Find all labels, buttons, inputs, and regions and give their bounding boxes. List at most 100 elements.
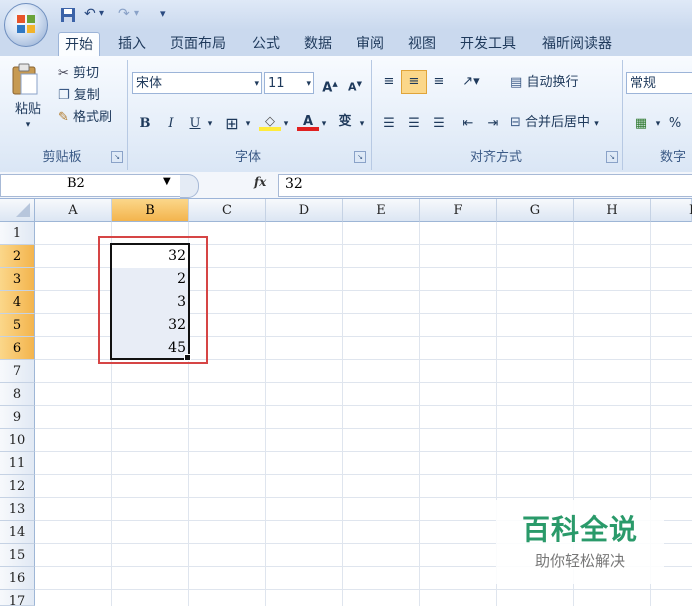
annotation-highlight-box	[98, 236, 208, 364]
customize-qat-icon[interactable]: ▾	[160, 5, 166, 23]
tab-data[interactable]: 数据	[298, 32, 338, 56]
formula-bar-resize-handle[interactable]	[180, 174, 199, 198]
merge-dropdown-icon[interactable]: ▾	[594, 119, 599, 129]
column-header-i[interactable]: I	[651, 199, 692, 222]
phonetic-dropdown-icon[interactable]: ▾	[356, 112, 368, 136]
redo-dropdown-icon[interactable]: ▾	[134, 5, 139, 23]
font-group-label: 字体	[234, 150, 261, 165]
row-header-15[interactable]: 15	[0, 544, 35, 567]
align-center-icon[interactable]: ☰	[401, 112, 427, 136]
increase-indent-icon[interactable]: ⇥	[480, 112, 506, 136]
wrap-text-button[interactable]: ▤ 自动换行	[510, 73, 578, 93]
border-dropdown-icon[interactable]: ▾	[242, 112, 254, 136]
watermark: 百科全说 助你轻松解决	[496, 500, 664, 584]
align-bottom-icon[interactable]: ≡	[426, 70, 452, 94]
row-header-7[interactable]: 7	[0, 360, 35, 383]
office-logo-icon	[17, 15, 35, 33]
align-top-icon[interactable]: ≡	[376, 70, 402, 94]
grow-font-button[interactable]: A▲	[318, 72, 342, 96]
grid-line	[419, 222, 420, 606]
tab-page-layout[interactable]: 页面布局	[164, 32, 232, 56]
accounting-format-icon[interactable]: ▦	[628, 112, 654, 136]
fill-dropdown-icon[interactable]: ▾	[280, 112, 292, 136]
tab-review[interactable]: 审阅	[350, 32, 390, 56]
row-header-4[interactable]: 4	[0, 291, 35, 314]
row-header-11[interactable]: 11	[0, 452, 35, 475]
merge-center-button[interactable]: ⊟ 合并后居中 ▾	[510, 113, 599, 133]
number-format-select[interactable]: 常规	[626, 72, 692, 94]
orientation-icon[interactable]: ↗▾	[452, 70, 490, 94]
format-painter-button[interactable]: ✎ 格式刷	[58, 108, 112, 128]
clipboard-launcher-icon[interactable]: ↘	[111, 151, 123, 163]
grid-line	[35, 428, 692, 429]
shrink-font-button[interactable]: A▼	[343, 72, 367, 96]
column-header-h[interactable]: H	[574, 199, 651, 222]
column-header-b[interactable]: B	[112, 199, 189, 222]
percent-button[interactable]: %	[664, 112, 686, 136]
grid-line	[35, 589, 692, 590]
tab-foxit-reader[interactable]: 福昕阅读器	[536, 32, 618, 56]
align-right-icon[interactable]: ☰	[426, 112, 452, 136]
save-icon[interactable]	[60, 5, 76, 23]
column-header-a[interactable]: A	[35, 199, 112, 222]
cut-button[interactable]: ✂ 剪切	[58, 64, 99, 84]
merge-center-icon: ⊟	[510, 115, 521, 130]
fx-icon[interactable]: fx	[254, 175, 266, 189]
underline-button[interactable]: U	[184, 112, 206, 136]
tab-insert[interactable]: 插入	[112, 32, 152, 56]
phonetic-guide-icon[interactable]: 变	[332, 110, 358, 134]
row-header-14[interactable]: 14	[0, 521, 35, 544]
row-header-16[interactable]: 16	[0, 567, 35, 590]
column-header-e[interactable]: E	[343, 199, 420, 222]
row-header-17[interactable]: 17	[0, 590, 35, 609]
column-header-d[interactable]: D	[266, 199, 343, 222]
wrap-text-label: 自动换行	[526, 75, 579, 90]
redo-icon[interactable]: ↷	[118, 5, 130, 23]
border-icon[interactable]: ⊞	[220, 112, 244, 136]
paste-dropdown-icon[interactable]: ▾	[10, 120, 46, 130]
chevron-down-icon[interactable]: ▼	[163, 176, 171, 187]
name-box[interactable]: B2 ▼	[0, 174, 182, 197]
italic-button[interactable]: I	[160, 112, 182, 136]
formula-input[interactable]: 32	[278, 174, 692, 197]
accounting-dropdown-icon[interactable]: ▾	[652, 112, 664, 136]
font-launcher-icon[interactable]: ↘	[354, 151, 366, 163]
decrease-indent-icon[interactable]: ⇤	[455, 112, 481, 136]
number-group-label: 数字	[660, 150, 687, 165]
column-header-f[interactable]: F	[420, 199, 497, 222]
row-header-5[interactable]: 5	[0, 314, 35, 337]
row-header-8[interactable]: 8	[0, 383, 35, 406]
undo-icon[interactable]: ↶	[84, 5, 96, 23]
font-color-dropdown-icon[interactable]: ▾	[318, 112, 330, 136]
font-size-select[interactable]: 11 ▾	[264, 72, 314, 94]
tab-formulas[interactable]: 公式	[246, 32, 286, 56]
font-name-select[interactable]: 宋体 ▾	[132, 72, 262, 94]
row-header-12[interactable]: 12	[0, 475, 35, 498]
alignment-launcher-icon[interactable]: ↘	[606, 151, 618, 163]
row-header-3[interactable]: 3	[0, 268, 35, 291]
row-header-1[interactable]: 1	[0, 222, 35, 245]
fill-color-icon[interactable]: ◇	[258, 110, 282, 134]
column-header-g[interactable]: G	[497, 199, 574, 222]
align-left-icon[interactable]: ☰	[376, 112, 402, 136]
column-header-c[interactable]: C	[189, 199, 266, 222]
undo-dropdown-icon[interactable]: ▾	[99, 5, 104, 23]
tab-developer[interactable]: 开发工具	[454, 32, 522, 56]
tab-home[interactable]: 开始	[58, 32, 100, 57]
copy-button[interactable]: ❐ 复制	[58, 86, 100, 106]
align-middle-icon[interactable]: ≡	[401, 70, 427, 94]
paste-button[interactable]: 粘贴 ▾	[10, 62, 46, 132]
underline-dropdown-icon[interactable]: ▾	[204, 112, 216, 136]
row-header-2[interactable]: 2	[0, 245, 35, 268]
bold-button[interactable]: B	[134, 112, 156, 136]
font-color-icon[interactable]: A	[296, 110, 320, 134]
row-header-6[interactable]: 6	[0, 337, 35, 360]
row-header-10[interactable]: 10	[0, 429, 35, 452]
font-size-value: 11	[268, 76, 285, 91]
row-header-13[interactable]: 13	[0, 498, 35, 521]
tab-view[interactable]: 视图	[402, 32, 442, 56]
office-button[interactable]	[4, 3, 48, 47]
paste-label: 粘贴	[14, 102, 41, 117]
row-header-9[interactable]: 9	[0, 406, 35, 429]
select-all-button[interactable]	[0, 199, 35, 222]
